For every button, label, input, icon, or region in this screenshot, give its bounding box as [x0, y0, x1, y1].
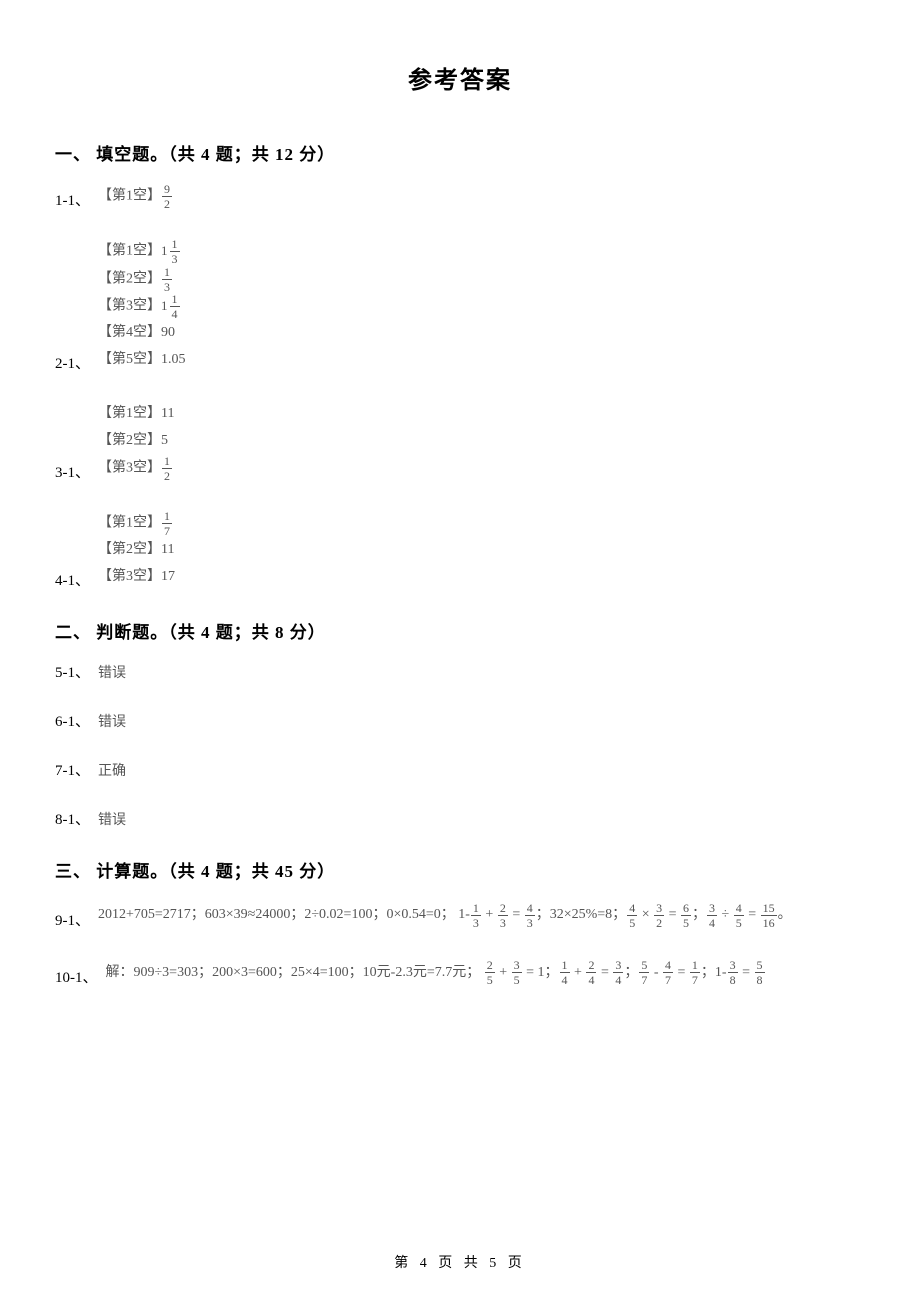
answer-number: 9-1、: [55, 909, 90, 930]
blank-label: 【第3空】: [98, 299, 161, 314]
answer-content: 【第1空】92: [98, 183, 173, 210]
section-heading-2: 二、 判断题。（共 4 题；共 8 分）: [55, 618, 865, 643]
answer-number: 4-1、: [55, 569, 90, 590]
mixed-number: 113: [161, 238, 181, 265]
blank-label: 【第2空】: [98, 271, 161, 286]
answer-content: 【第1空】113 【第2空】13 【第3空】114 【第4空】90 【第5空】1…: [98, 238, 186, 373]
answer-6-1: 6-1、 错误: [55, 710, 865, 731]
answer-1-1: 1-1、 【第1空】92: [55, 183, 865, 210]
fraction: 13: [162, 266, 172, 293]
answer-3-1: 3-1、 【第1空】11 【第2空】5 【第3空】12: [55, 401, 865, 482]
answer-number: 7-1、: [55, 759, 90, 780]
calc-line: 2012+705=2717；603×39≈24000；2÷0.02=100；0×…: [98, 907, 455, 922]
answer-number: 1-1、: [55, 189, 90, 210]
answer-content: 2012+705=2717；603×39≈24000；2÷0.02=100；0×…: [98, 900, 792, 929]
section-heading-3: 三、 计算题。（共 4 题；共 45 分）: [55, 857, 865, 882]
page-footer: 第 4 页 共 5 页: [0, 1252, 920, 1272]
blank-line: 【第3空】17: [98, 564, 175, 591]
blank-label: 【第3空】: [98, 460, 161, 475]
blank-line: 【第1空】11: [98, 401, 174, 428]
answer-4-1: 4-1、 【第1空】17 【第2空】11 【第3空】17: [55, 510, 865, 591]
calc-line: 解：909÷3=303；200×3=600；25×4=100；10元-2.3元=…: [106, 965, 481, 980]
answer-number: 2-1、: [55, 352, 90, 373]
page-body: 参考答案 一、 填空题。（共 4 题；共 12 分） 1-1、 【第1空】92 …: [0, 0, 920, 987]
answer-number: 10-1、: [55, 966, 98, 987]
blank-label: 【第1空】: [98, 516, 161, 531]
blank-label: 【第1空】: [98, 189, 161, 204]
answer-7-1: 7-1、 正确: [55, 759, 865, 780]
section-heading-1: 一、 填空题。（共 4 题；共 12 分）: [55, 140, 865, 165]
answer-number: 5-1、: [55, 661, 90, 682]
answer-content: 【第1空】17 【第2空】11 【第3空】17: [98, 510, 175, 591]
page-title: 参考答案: [55, 60, 865, 95]
calc-line: 25 + 35 = 1；14 + 24 = 34；57 - 47 = 17；1-…: [484, 965, 766, 980]
answer-number: 6-1、: [55, 710, 90, 731]
answer-10-1: 10-1、 解：909÷3=303；200×3=600；25×4=100；10元…: [55, 958, 865, 987]
blank-line: 【第2空】5: [98, 428, 174, 455]
answer-number: 8-1、: [55, 808, 90, 829]
answer-content: 错误: [98, 662, 126, 682]
answer-content: 【第1空】11 【第2空】5 【第3空】12: [98, 401, 174, 482]
blank-line: 【第2空】11: [98, 537, 175, 564]
fraction: 17: [162, 510, 172, 537]
answer-content: 错误: [98, 711, 126, 731]
blank-label: 【第1空】: [98, 244, 161, 259]
answer-number: 3-1、: [55, 461, 90, 482]
blank-line: 【第5空】1.05: [98, 347, 186, 374]
mixed-number: 114: [161, 293, 181, 320]
answer-9-1: 9-1、 2012+705=2717；603×39≈24000；2÷0.02=1…: [55, 900, 865, 929]
answer-5-1: 5-1、 错误: [55, 661, 865, 682]
answer-content: 错误: [98, 809, 126, 829]
answer-8-1: 8-1、 错误: [55, 808, 865, 829]
fraction: 12: [162, 455, 172, 482]
answer-2-1: 2-1、 【第1空】113 【第2空】13 【第3空】114 【第4空】90 【…: [55, 238, 865, 373]
blank-line: 【第4空】90: [98, 320, 186, 347]
fraction: 92: [162, 183, 172, 210]
calc-line: 1-13 + 23 = 43；32×25%=8；45 × 32 = 65；34 …: [458, 907, 791, 922]
answer-content: 解：909÷3=303；200×3=600；25×4=100；10元-2.3元=…: [106, 958, 766, 987]
answer-content: 正确: [98, 760, 126, 780]
